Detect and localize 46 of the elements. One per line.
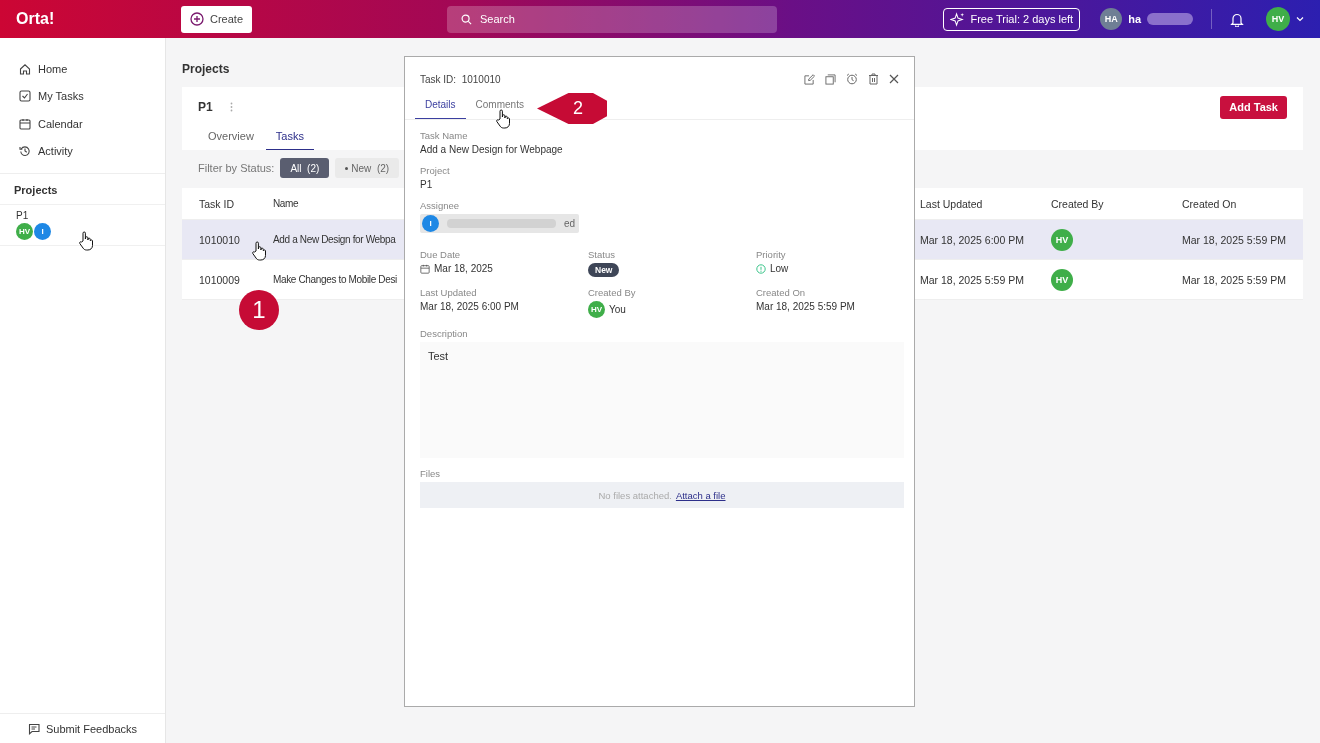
user-name: ha bbox=[1128, 13, 1141, 25]
filter-label: Filter by Status: bbox=[198, 162, 275, 174]
field-label: Due Date bbox=[420, 249, 462, 260]
table-cell: Add a New Design for Webpa bbox=[273, 234, 396, 245]
field-label: Created By bbox=[588, 287, 637, 298]
column-header: Created By bbox=[1051, 197, 1104, 210]
field-value: P1 bbox=[420, 179, 434, 190]
field-value: Add a New Design for Webpage bbox=[420, 144, 564, 155]
field-label: Project bbox=[420, 165, 451, 176]
field-label: Created On bbox=[756, 287, 807, 298]
page-title: Projects bbox=[182, 62, 230, 76]
field-label: Description bbox=[420, 328, 469, 339]
member-avatar: I bbox=[34, 223, 51, 240]
table-cell: Mar 18, 2025 5:59 PM bbox=[920, 273, 1024, 286]
column-header: Name bbox=[273, 198, 299, 209]
field-value: You bbox=[609, 304, 626, 315]
field-label: Task Name bbox=[420, 130, 469, 141]
creator-avatar: HV bbox=[1051, 228, 1073, 251]
table-cell: Mar 18, 2025 6:00 PM bbox=[920, 233, 1024, 246]
table-cell: 1010009 bbox=[199, 273, 240, 286]
column-header: Created On bbox=[1182, 197, 1237, 210]
member-avatar: HV bbox=[16, 223, 33, 240]
table-cell: Mar 18, 2025 5:59 PM bbox=[1182, 233, 1286, 246]
column-header: Last Updated bbox=[920, 197, 983, 210]
field-label: Last Updated bbox=[420, 287, 478, 298]
table-cell: Mar 18, 2025 5:59 PM bbox=[1182, 273, 1286, 286]
table-cell: 1010010 bbox=[199, 233, 240, 246]
field-label: Status bbox=[588, 249, 616, 260]
creator-avatar: HV bbox=[1051, 268, 1073, 291]
column-header: Task ID bbox=[199, 197, 234, 210]
section-title: Projects bbox=[13, 183, 59, 198]
table-cell: Make Changes to Mobile Desi bbox=[273, 274, 397, 285]
field-label: Assignee bbox=[420, 200, 461, 211]
empty-message: No files attached. bbox=[598, 489, 672, 501]
due-date: Mar 18, 2025 bbox=[420, 263, 588, 274]
field-label: Priority bbox=[756, 249, 787, 260]
project-title: P1 bbox=[198, 100, 213, 114]
priority-value: Low bbox=[756, 263, 904, 274]
status-badge: New bbox=[588, 263, 620, 277]
step-marker: 1 bbox=[239, 290, 279, 330]
field-value: Mar 18, 2025 6:00 PM bbox=[420, 301, 520, 312]
logo: Orta! bbox=[16, 10, 56, 28]
field-value: Mar 18, 2025 5:59 PM bbox=[756, 301, 856, 312]
task-id: Task ID: 1010010 bbox=[420, 73, 501, 85]
field-label: Files bbox=[420, 468, 442, 479]
creator-avatar: HV bbox=[588, 301, 605, 318]
